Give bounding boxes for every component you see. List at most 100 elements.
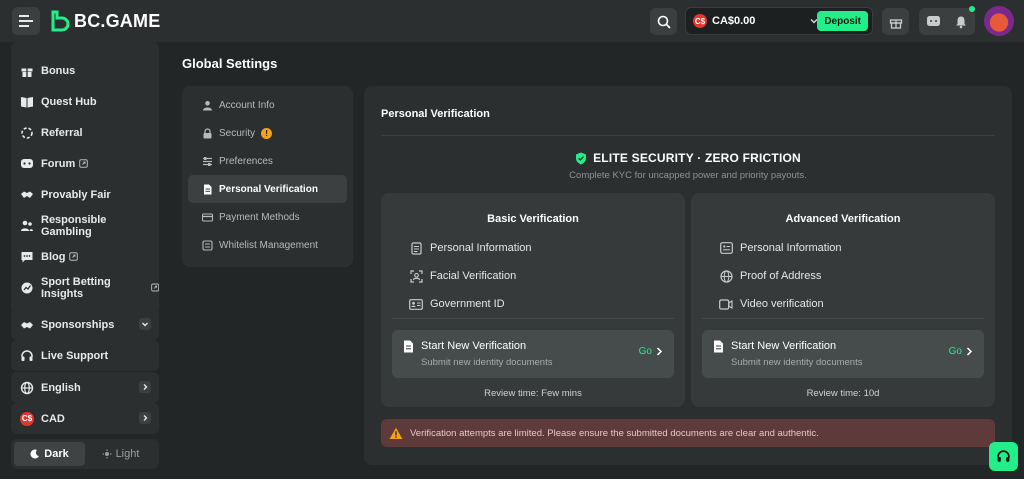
sidebar-item-forum[interactable]: Forum	[11, 148, 159, 179]
start-advanced-verification-button[interactable]: Start New Verification Submit new identi…	[702, 330, 984, 378]
sidebar-item-sport-betting-insights[interactable]: Sport Betting Insights	[11, 272, 159, 303]
warning-icon	[389, 427, 403, 439]
elite-headline: ELITE SECURITY · ZERO FRICTION	[364, 151, 1012, 165]
go-label: Go	[638, 346, 652, 357]
sidebar-item-responsible-gambling[interactable]: Responsible Gambling	[11, 210, 159, 241]
moon-icon	[30, 449, 40, 459]
verification-limit-alert: Verification attempts are limited. Pleas…	[381, 419, 995, 447]
sidebar-item-provably-fair[interactable]: Provably Fair	[11, 179, 159, 210]
referral-icon	[21, 126, 33, 139]
tab-label: Preferences	[219, 155, 273, 167]
sidebar-item-bonus[interactable]: Bonus	[11, 55, 159, 86]
wallet-selector[interactable]: C$ CA$0.00 Deposit	[685, 7, 873, 35]
requirement-item: Personal Information	[409, 241, 532, 255]
go-link[interactable]: Go	[949, 346, 973, 357]
settings-nav: Account Info Security ! Preferences Pers…	[182, 86, 353, 267]
rewards-button[interactable]	[882, 8, 909, 35]
sidebar-item-label: Sponsorships	[41, 318, 115, 331]
profile-card-icon	[719, 242, 733, 254]
review-time: Review time: 10d	[806, 388, 880, 399]
chat-icon[interactable]	[926, 15, 941, 29]
sidebar-sponsorships[interactable]: Sponsorships	[11, 309, 159, 340]
chevron-right-icon	[966, 347, 973, 356]
search-icon	[657, 15, 671, 29]
sidebar-item-sponsorships[interactable]: Sponsorships	[11, 309, 159, 340]
go-link[interactable]: Go	[639, 346, 663, 357]
sidebar-item-quest-hub[interactable]: Quest Hub	[11, 86, 159, 117]
menu-icon	[19, 15, 33, 27]
chevron-right-icon	[139, 412, 151, 424]
elite-headline-text: ELITE SECURITY · ZERO FRICTION	[593, 151, 801, 165]
document-icon	[410, 241, 422, 255]
theme-toggle: Dark Light	[11, 439, 159, 469]
warning-badge-icon: !	[261, 127, 273, 139]
requirement-item: Personal Information	[719, 241, 842, 255]
external-link-icon	[69, 252, 79, 261]
document-icon	[404, 340, 413, 353]
search-button[interactable]	[650, 8, 677, 35]
sidebar-item-live-support[interactable]: Live Support	[11, 340, 159, 371]
sidebar-item-label: Quest Hub	[41, 95, 97, 108]
tab-personal-verification[interactable]: Personal Verification	[188, 175, 347, 203]
handshake-icon	[21, 191, 33, 198]
tab-preferences[interactable]: Preferences	[188, 147, 347, 175]
sliders-icon	[202, 156, 212, 166]
avatar[interactable]	[984, 6, 1014, 36]
deposit-button[interactable]: Deposit	[817, 11, 868, 31]
requirement-item: Proof of Address	[719, 269, 821, 283]
sidebar-item-currency[interactable]: C$ CAD	[11, 403, 159, 434]
tab-label: Security	[219, 127, 256, 139]
bell-icon[interactable]	[954, 15, 968, 29]
logo[interactable]: BC.GAME	[50, 10, 160, 32]
page-title: Global Settings	[182, 56, 278, 71]
sidebar-currency[interactable]: C$ CAD	[11, 403, 159, 434]
alert-text: Verification attempts are limited. Pleas…	[410, 427, 819, 439]
start-title: Start New Verification	[421, 340, 527, 352]
chart-icon	[21, 282, 33, 293]
sidebar-item-language[interactable]: English	[11, 372, 159, 403]
user-icon	[202, 100, 212, 110]
sidebar-language[interactable]: English	[11, 372, 159, 403]
gift-icon	[21, 68, 33, 77]
logo-mark-icon	[51, 10, 70, 32]
requirement-label: Personal Information	[430, 242, 532, 254]
currency-coin-icon: C$	[20, 411, 34, 426]
sidebar-item-label: CAD	[41, 412, 65, 425]
sidebar-item-blog[interactable]: Blog	[11, 241, 159, 272]
notification-dot	[969, 6, 975, 12]
panel-title: Personal Verification	[381, 108, 490, 120]
globe-icon	[719, 269, 733, 283]
external-link-icon	[150, 283, 159, 292]
tab-account-info[interactable]: Account Info	[188, 91, 347, 119]
card-title: Basic Verification	[487, 213, 579, 225]
start-basic-verification-button[interactable]: Start New Verification Submit new identi…	[392, 330, 674, 378]
video-icon	[719, 298, 733, 310]
face-scan-icon	[409, 269, 423, 283]
tab-security[interactable]: Security !	[188, 119, 347, 147]
chevron-down-icon[interactable]	[139, 318, 151, 330]
theme-light-button[interactable]: Light	[85, 442, 156, 466]
theme-dark-button[interactable]: Dark	[14, 442, 85, 466]
card-icon	[201, 212, 213, 222]
tab-payment-methods[interactable]: Payment Methods	[188, 203, 347, 231]
live-support-fab[interactable]	[989, 442, 1018, 471]
headset-icon	[997, 450, 1010, 462]
gift-icon	[889, 18, 902, 29]
requirement-item: Government ID	[409, 297, 505, 311]
divider	[392, 318, 674, 319]
people-icon	[21, 220, 33, 231]
sidebar-item-label: Sport Betting Insights	[41, 275, 111, 300]
tab-label: Payment Methods	[219, 211, 300, 223]
sun-icon	[102, 449, 112, 459]
document-icon	[714, 340, 723, 353]
requirement-label: Video verification	[740, 298, 824, 310]
sidebar-live-support[interactable]: Live Support	[11, 340, 159, 371]
requirement-label: Personal Information	[740, 242, 842, 254]
lock-icon	[203, 127, 211, 138]
sidebar-item-referral[interactable]: Referral	[11, 117, 159, 148]
menu-toggle-button[interactable]	[12, 7, 40, 35]
card-title: Advanced Verification	[785, 213, 901, 225]
chat-notification-group	[919, 8, 975, 35]
tab-whitelist-management[interactable]: Whitelist Management	[188, 231, 347, 259]
sidebar-main-group: Bonus Quest Hub Referral Forum Provably …	[11, 42, 159, 314]
